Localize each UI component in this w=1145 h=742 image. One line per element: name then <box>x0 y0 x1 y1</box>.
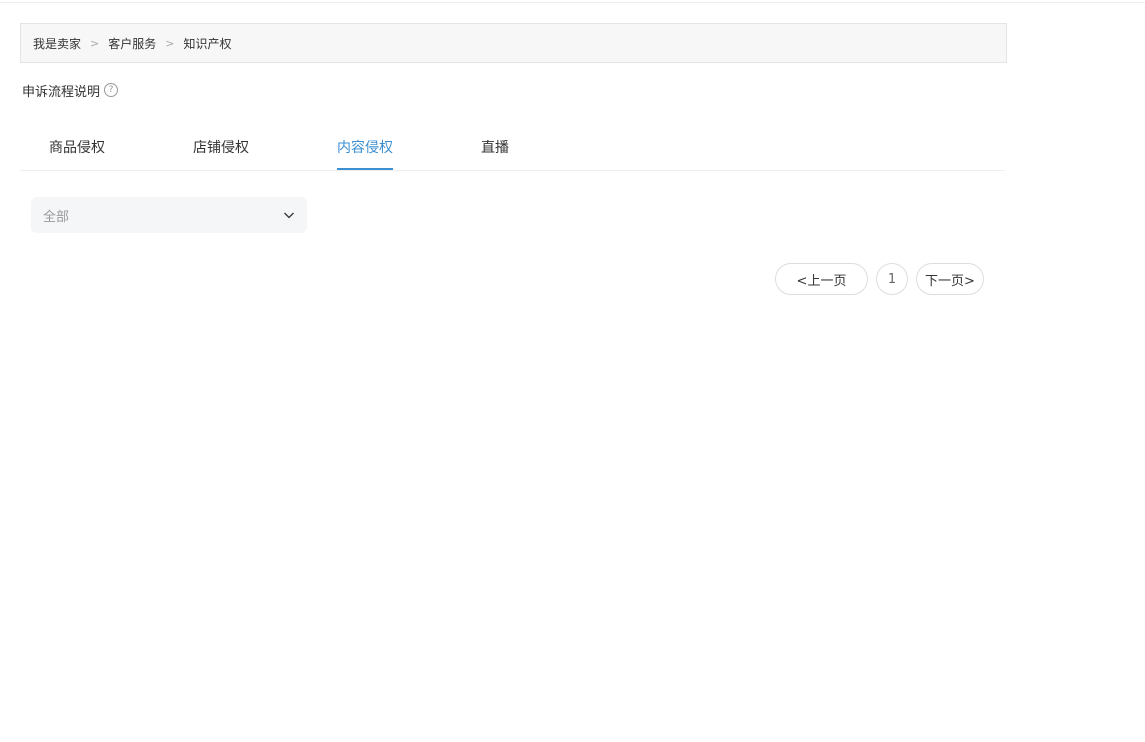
question-circle-icon[interactable]: ? <box>104 83 119 97</box>
breadcrumb-separator: > <box>165 36 175 50</box>
breadcrumb-item-intellectual-property: 知识产权 <box>183 36 232 51</box>
tab-content-infringement[interactable]: 内容侵权 <box>337 128 393 170</box>
tab-live-stream[interactable]: 直播 <box>481 128 509 170</box>
tab-product-infringement[interactable]: 商品侵权 <box>49 128 105 170</box>
filter-select[interactable]: 全部 <box>31 197 307 233</box>
page-number-button[interactable]: 1 <box>876 263 908 295</box>
breadcrumb: 我是卖家 > 客户服务 > 知识产权 <box>20 23 1007 63</box>
chevron-down-icon <box>284 212 294 219</box>
tab-store-infringement[interactable]: 店铺侵权 <box>193 128 249 170</box>
appeal-process-label[interactable]: 申诉流程说明 <box>22 81 100 100</box>
breadcrumb-separator: > <box>90 36 100 50</box>
prev-page-button[interactable]: <上一页 <box>775 263 868 295</box>
next-page-button[interactable]: 下一页> <box>916 263 984 295</box>
breadcrumb-item-seller[interactable]: 我是卖家 <box>33 35 81 52</box>
appeal-process-help[interactable]: 申诉流程说明 ? <box>22 80 119 100</box>
top-divider <box>0 2 1145 3</box>
breadcrumb-item-customer-service[interactable]: 客户服务 <box>108 35 156 52</box>
filter-select-value: 全部 <box>43 209 70 225</box>
infringement-tabs: 商品侵权 店铺侵权 内容侵权 直播 <box>20 128 1005 171</box>
